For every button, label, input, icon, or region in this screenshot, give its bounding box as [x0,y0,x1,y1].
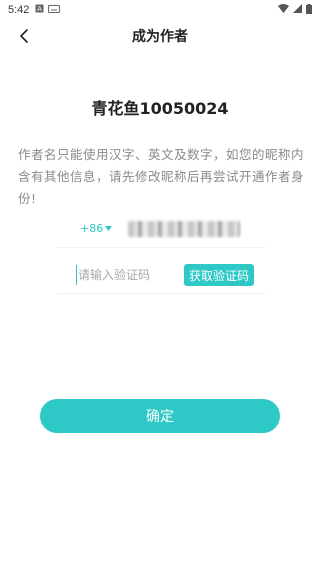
svg-text:A: A [38,5,43,13]
wifi-icon [278,4,289,16]
notification-a-icon: A [35,4,44,16]
status-time: 5:42 [8,4,30,16]
get-code-button[interactable]: 获取验证码 [184,264,254,286]
author-name-notice: 作者名只能使用汉字、英文及数字，如您的昵称内含有其他信息，请先修改昵称后再尝试开… [18,147,305,206]
verify-code-input[interactable] [76,264,176,285]
page-title: 成为作者 [132,29,188,45]
confirm-button[interactable]: 确定 [40,399,280,433]
phone-number-masked [128,220,241,237]
nav-bar: 成为作者 [0,20,320,52]
phone-row: +86 [58,210,266,248]
signal-icon [293,4,302,16]
chevron-left-icon [20,29,28,43]
country-code-label: +86 [80,222,104,235]
user-name: 青花鱼10050024 [91,99,229,118]
status-right [278,3,312,17]
battery-icon [306,3,312,17]
caret-down-icon [105,226,113,231]
keyboard-icon [48,4,61,16]
country-code-selector[interactable]: +86 [80,222,113,235]
status-bar: 5:42 A [0,0,320,20]
back-button[interactable] [14,26,34,46]
verify-code-row: 获取验证码 [58,256,266,294]
